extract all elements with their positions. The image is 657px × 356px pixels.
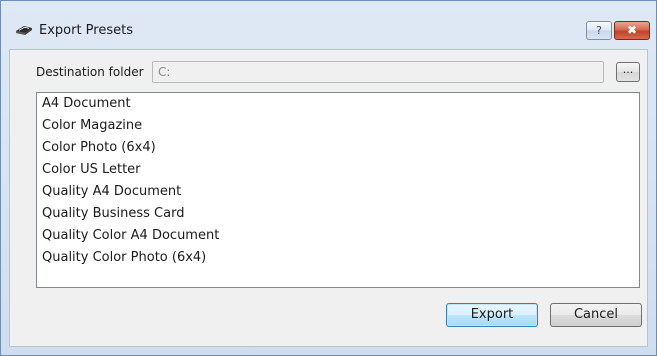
list-item[interactable]: Quality Color Photo (6x4): [42, 251, 634, 273]
list-item[interactable]: Color Photo (6x4): [42, 141, 634, 163]
destination-folder-field[interactable]: C:: [152, 61, 604, 83]
list-item[interactable]: Color US Letter: [42, 163, 634, 185]
list-item[interactable]: Quality Color A4 Document: [42, 229, 634, 251]
export-presets-dialog: Export Presets ? ✖ Destination folder C:…: [0, 0, 657, 356]
title-bar[interactable]: Export Presets ? ✖: [1, 1, 656, 49]
help-button[interactable]: ?: [586, 21, 612, 40]
window-title: Export Presets: [39, 23, 133, 38]
list-item[interactable]: Quality A4 Document: [42, 185, 634, 207]
destination-folder-label: Destination folder: [36, 65, 144, 79]
cancel-button[interactable]: Cancel: [550, 303, 642, 327]
list-item[interactable]: A4 Document: [42, 97, 634, 119]
dialog-body: Destination folder C: ... A4 Document Co…: [9, 49, 648, 347]
list-item[interactable]: Quality Business Card: [42, 207, 634, 229]
preset-list[interactable]: A4 Document Color Magazine Color Photo (…: [36, 92, 640, 288]
list-item[interactable]: Color Magazine: [42, 119, 634, 141]
scanner-icon: [15, 21, 33, 35]
close-button[interactable]: ✖: [614, 21, 650, 40]
browse-button[interactable]: ...: [616, 62, 640, 82]
export-button[interactable]: Export: [446, 303, 538, 327]
